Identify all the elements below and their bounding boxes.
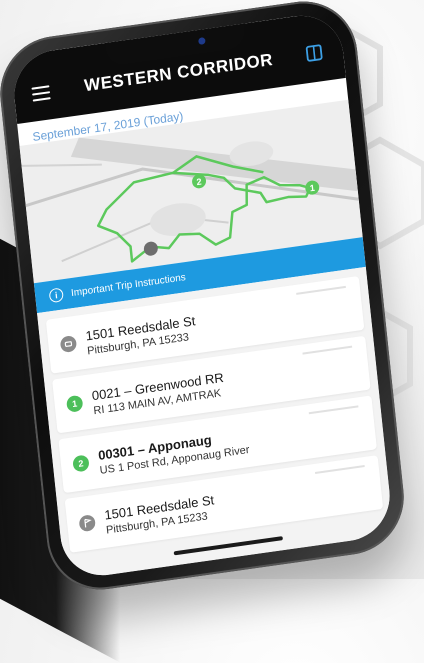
divider <box>315 465 365 474</box>
stop-number-badge: 1 <box>65 394 84 413</box>
flag-icon <box>78 514 97 533</box>
map-marker-2-label: 2 <box>196 176 202 187</box>
start-icon <box>59 334 78 354</box>
stop-number-badge: 2 <box>72 454 90 473</box>
map-marker-1-label: 1 <box>309 183 315 194</box>
camera-icon <box>198 37 206 46</box>
divider <box>296 285 346 295</box>
phone: WESTERN CORRIDOR September 17, 2019 (Tod… <box>0 0 410 597</box>
book-icon[interactable] <box>304 43 324 63</box>
map-start-marker[interactable] <box>143 241 158 257</box>
phone-screen: WESTERN CORRIDOR September 17, 2019 (Tod… <box>10 10 394 581</box>
divider <box>302 345 353 355</box>
divider <box>308 405 359 415</box>
info-icon: i <box>48 287 64 304</box>
stop-list: 1501 Reedsdale St Pittsburgh, PA 15233 1… <box>37 266 394 581</box>
